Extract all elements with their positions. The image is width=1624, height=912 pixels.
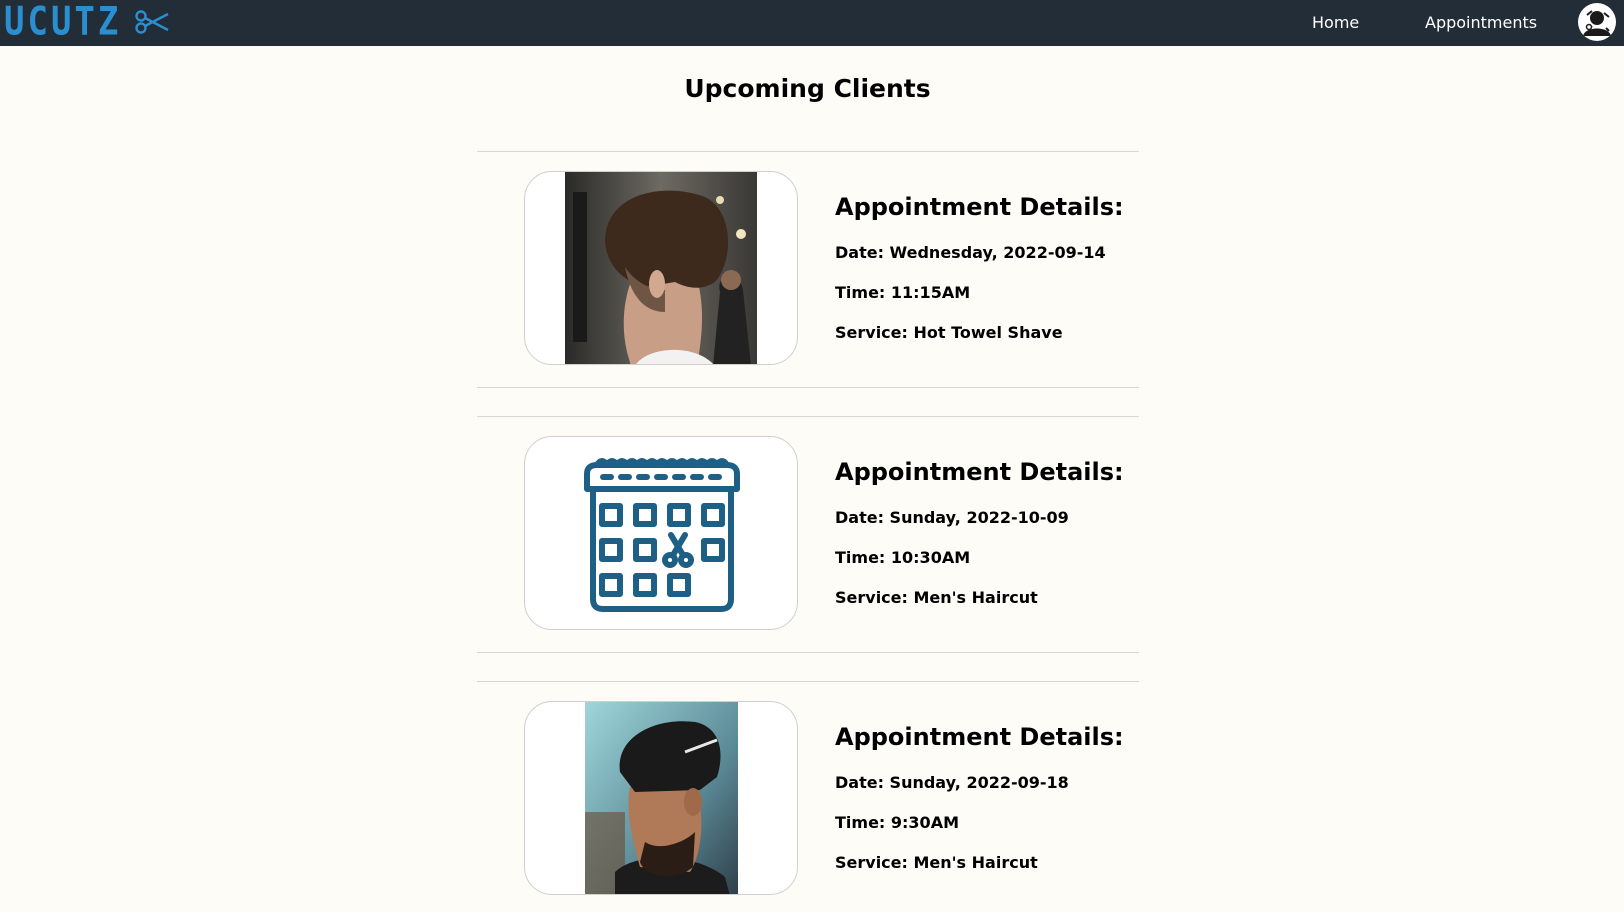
appointment-service: Service: Men's Haircut [835,853,1038,872]
appointment-date: Date: Wednesday, 2022-09-14 [835,243,1106,262]
brand-logo[interactable]: UCUTZ [4,0,169,45]
appointment-card: Appointment Details: Date: Sunday, 2022-… [477,681,1139,912]
client-photo [524,436,798,630]
client-photo [524,171,798,365]
calendar-scissors-icon [584,458,740,612]
appointment-date: Date: Sunday, 2022-10-09 [835,508,1069,527]
page-title: Upcoming Clients [684,74,931,103]
nav-home-link[interactable]: Home [1312,0,1359,46]
scissors-icon [135,10,169,34]
haircut-photo-back [565,172,757,364]
details-heading: Appointment Details: [835,193,1124,221]
nav-appointments-link[interactable]: Appointments [1425,0,1537,46]
details-heading: Appointment Details: [835,458,1124,486]
details-heading: Appointment Details: [835,723,1124,751]
appointment-service: Service: Men's Haircut [835,588,1038,607]
navbar: UCUTZ Home Appointments [0,0,1624,46]
appointment-time: Time: 10:30AM [835,548,971,567]
client-photo [524,701,798,895]
appointment-card: Appointment Details: Date: Sunday, 2022-… [477,416,1139,653]
appointment-card: Appointment Details: Date: Wednesday, 20… [477,151,1139,388]
appointment-service: Service: Hot Towel Shave [835,323,1063,342]
appointment-date: Date: Sunday, 2022-09-18 [835,773,1069,792]
brand-name: UCUTZ [4,0,122,45]
haircut-photo-side [585,702,738,894]
appointment-time: Time: 9:30AM [835,813,959,832]
user-avatar-icon[interactable] [1578,3,1616,41]
appointment-time: Time: 11:15AM [835,283,971,302]
